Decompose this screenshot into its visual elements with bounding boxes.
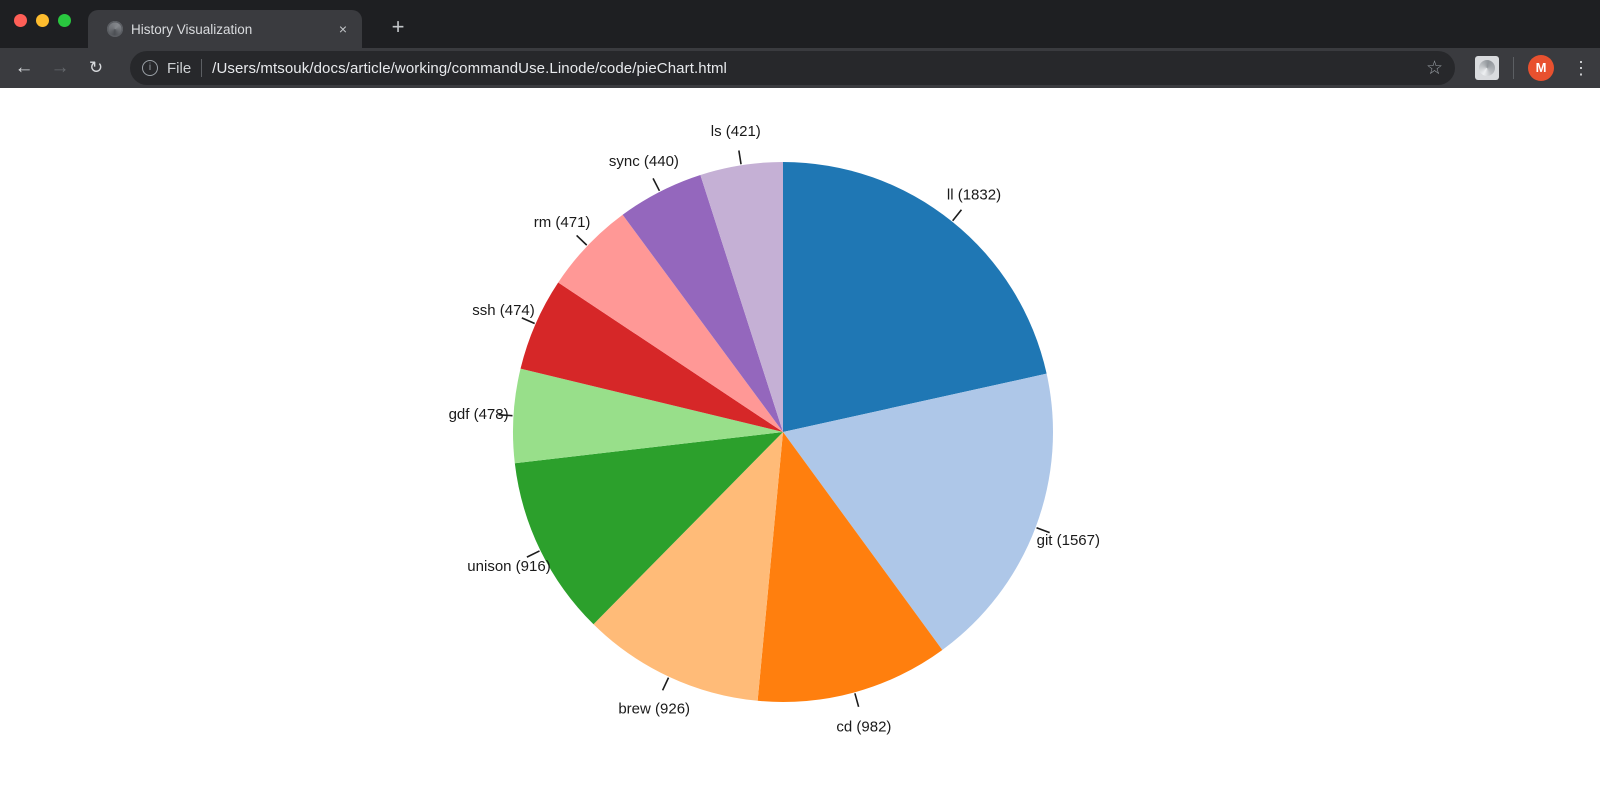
window-zoom-button[interactable] (58, 14, 71, 27)
pie-slice-label-ls: ls (421) (711, 123, 761, 140)
new-tab-button[interactable]: + (384, 14, 412, 42)
url-chip-separator (201, 59, 202, 77)
url-scheme-chip: File (167, 60, 191, 77)
pie-label-tick-ls (739, 150, 741, 164)
extension-logo-icon (1479, 60, 1495, 76)
pie-slice-label-ssh: ssh (474) (472, 302, 535, 319)
pie-slice-label-ll: ll (1832) (947, 186, 1001, 203)
url-bar[interactable]: i File /Users/mtsouk/docs/article/workin… (130, 51, 1455, 85)
pie-label-tick-cd (855, 693, 859, 707)
pie-slice-label-unison: unison (916) (467, 558, 550, 575)
pie-label-tick-rm (577, 235, 587, 245)
pie-slice-label-gdf: gdf (478) (449, 406, 509, 423)
tab-title: History Visualization (131, 22, 334, 37)
tab-close-icon[interactable]: × (334, 20, 352, 38)
page-info-icon[interactable]: i (142, 60, 158, 76)
page-content: ll (1832) git (1567) cd (982) brew (926) uni… (0, 88, 1600, 793)
browser-tab[interactable]: History Visualization × (88, 10, 362, 48)
pie-label-tick-sync (653, 178, 659, 190)
pie-slice-label-cd: cd (982) (836, 718, 891, 735)
toolbar-separator (1513, 57, 1514, 79)
pie-slice-label-git: git (1567) (1037, 532, 1100, 549)
pie-chart: ll (1832) git (1567) cd (982) brew (926) uni… (0, 88, 1600, 793)
url-text: /Users/mtsouk/docs/article/working/comma… (212, 60, 727, 77)
pie-label-tick-unison (527, 551, 540, 557)
traffic-lights (14, 14, 71, 27)
browser-menu-icon[interactable]: ⋮ (1572, 58, 1588, 79)
profile-avatar[interactable]: M (1528, 55, 1554, 81)
window-close-button[interactable] (14, 14, 27, 27)
forward-button[interactable]: → (46, 54, 74, 82)
pie-slice-label-rm: rm (471) (534, 214, 591, 231)
back-button[interactable]: ← (10, 54, 38, 82)
reload-button[interactable]: ↻ (82, 54, 110, 82)
pie-label-tick-brew (663, 678, 669, 691)
window-minimize-button[interactable] (36, 14, 49, 27)
extension-icon[interactable] (1475, 56, 1499, 80)
pie-slice-label-brew: brew (926) (618, 701, 690, 718)
pie-slice-label-sync: sync (440) (609, 153, 679, 170)
browser-window: History Visualization × + ← → ↻ i File /… (0, 0, 1600, 793)
bookmark-star-icon[interactable]: ☆ (1416, 57, 1443, 80)
browser-toolbar: ← → ↻ i File /Users/mtsouk/docs/article/… (0, 48, 1600, 88)
browser-titlebar: History Visualization × + (0, 0, 1600, 48)
favicon-icon (107, 21, 123, 37)
pie-label-tick-ll (953, 210, 962, 221)
